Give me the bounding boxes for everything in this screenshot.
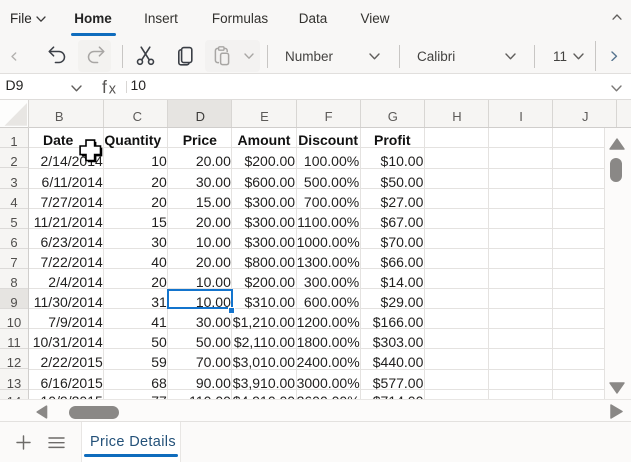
svg-text:x: x [109, 81, 117, 97]
svg-text:f: f [102, 77, 107, 97]
